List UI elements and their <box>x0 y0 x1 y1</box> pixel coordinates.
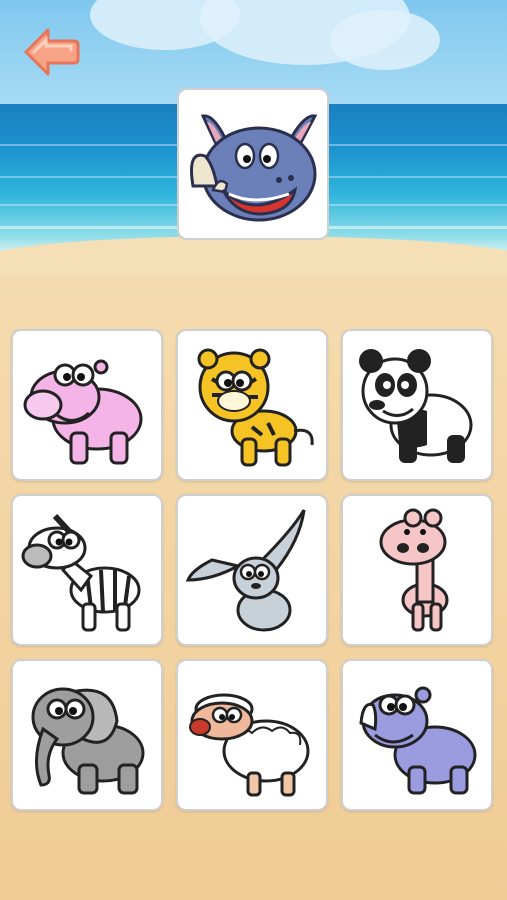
animal-card-tiger[interactable] <box>176 329 328 481</box>
animal-card-rhino[interactable] <box>341 659 493 811</box>
giraffe-icon <box>379 508 449 632</box>
sheep-icon <box>189 693 310 797</box>
elephant-icon <box>31 687 145 795</box>
back-arrow-icon <box>24 28 80 76</box>
animal-card-sheep[interactable] <box>176 659 328 811</box>
back-button[interactable] <box>22 26 80 78</box>
game-scene <box>0 0 507 900</box>
animal-card-giraffe[interactable] <box>341 494 493 646</box>
animal-card-elephant[interactable] <box>11 659 163 811</box>
hippo-icon <box>23 359 143 465</box>
rabbit-icon <box>185 509 306 632</box>
rhino-icon <box>359 686 477 795</box>
animal-card-panda[interactable] <box>341 329 493 481</box>
panda-icon <box>359 349 473 463</box>
zebra-icon <box>21 513 141 632</box>
animal-card-zebra[interactable] <box>11 494 163 646</box>
target-animal-card <box>177 88 329 240</box>
animal-card-hippo[interactable] <box>11 329 163 481</box>
rhino-face-icon <box>190 114 318 222</box>
sand-shore <box>0 236 507 276</box>
animal-card-rabbit[interactable] <box>176 494 328 646</box>
tiger-icon <box>197 348 314 467</box>
